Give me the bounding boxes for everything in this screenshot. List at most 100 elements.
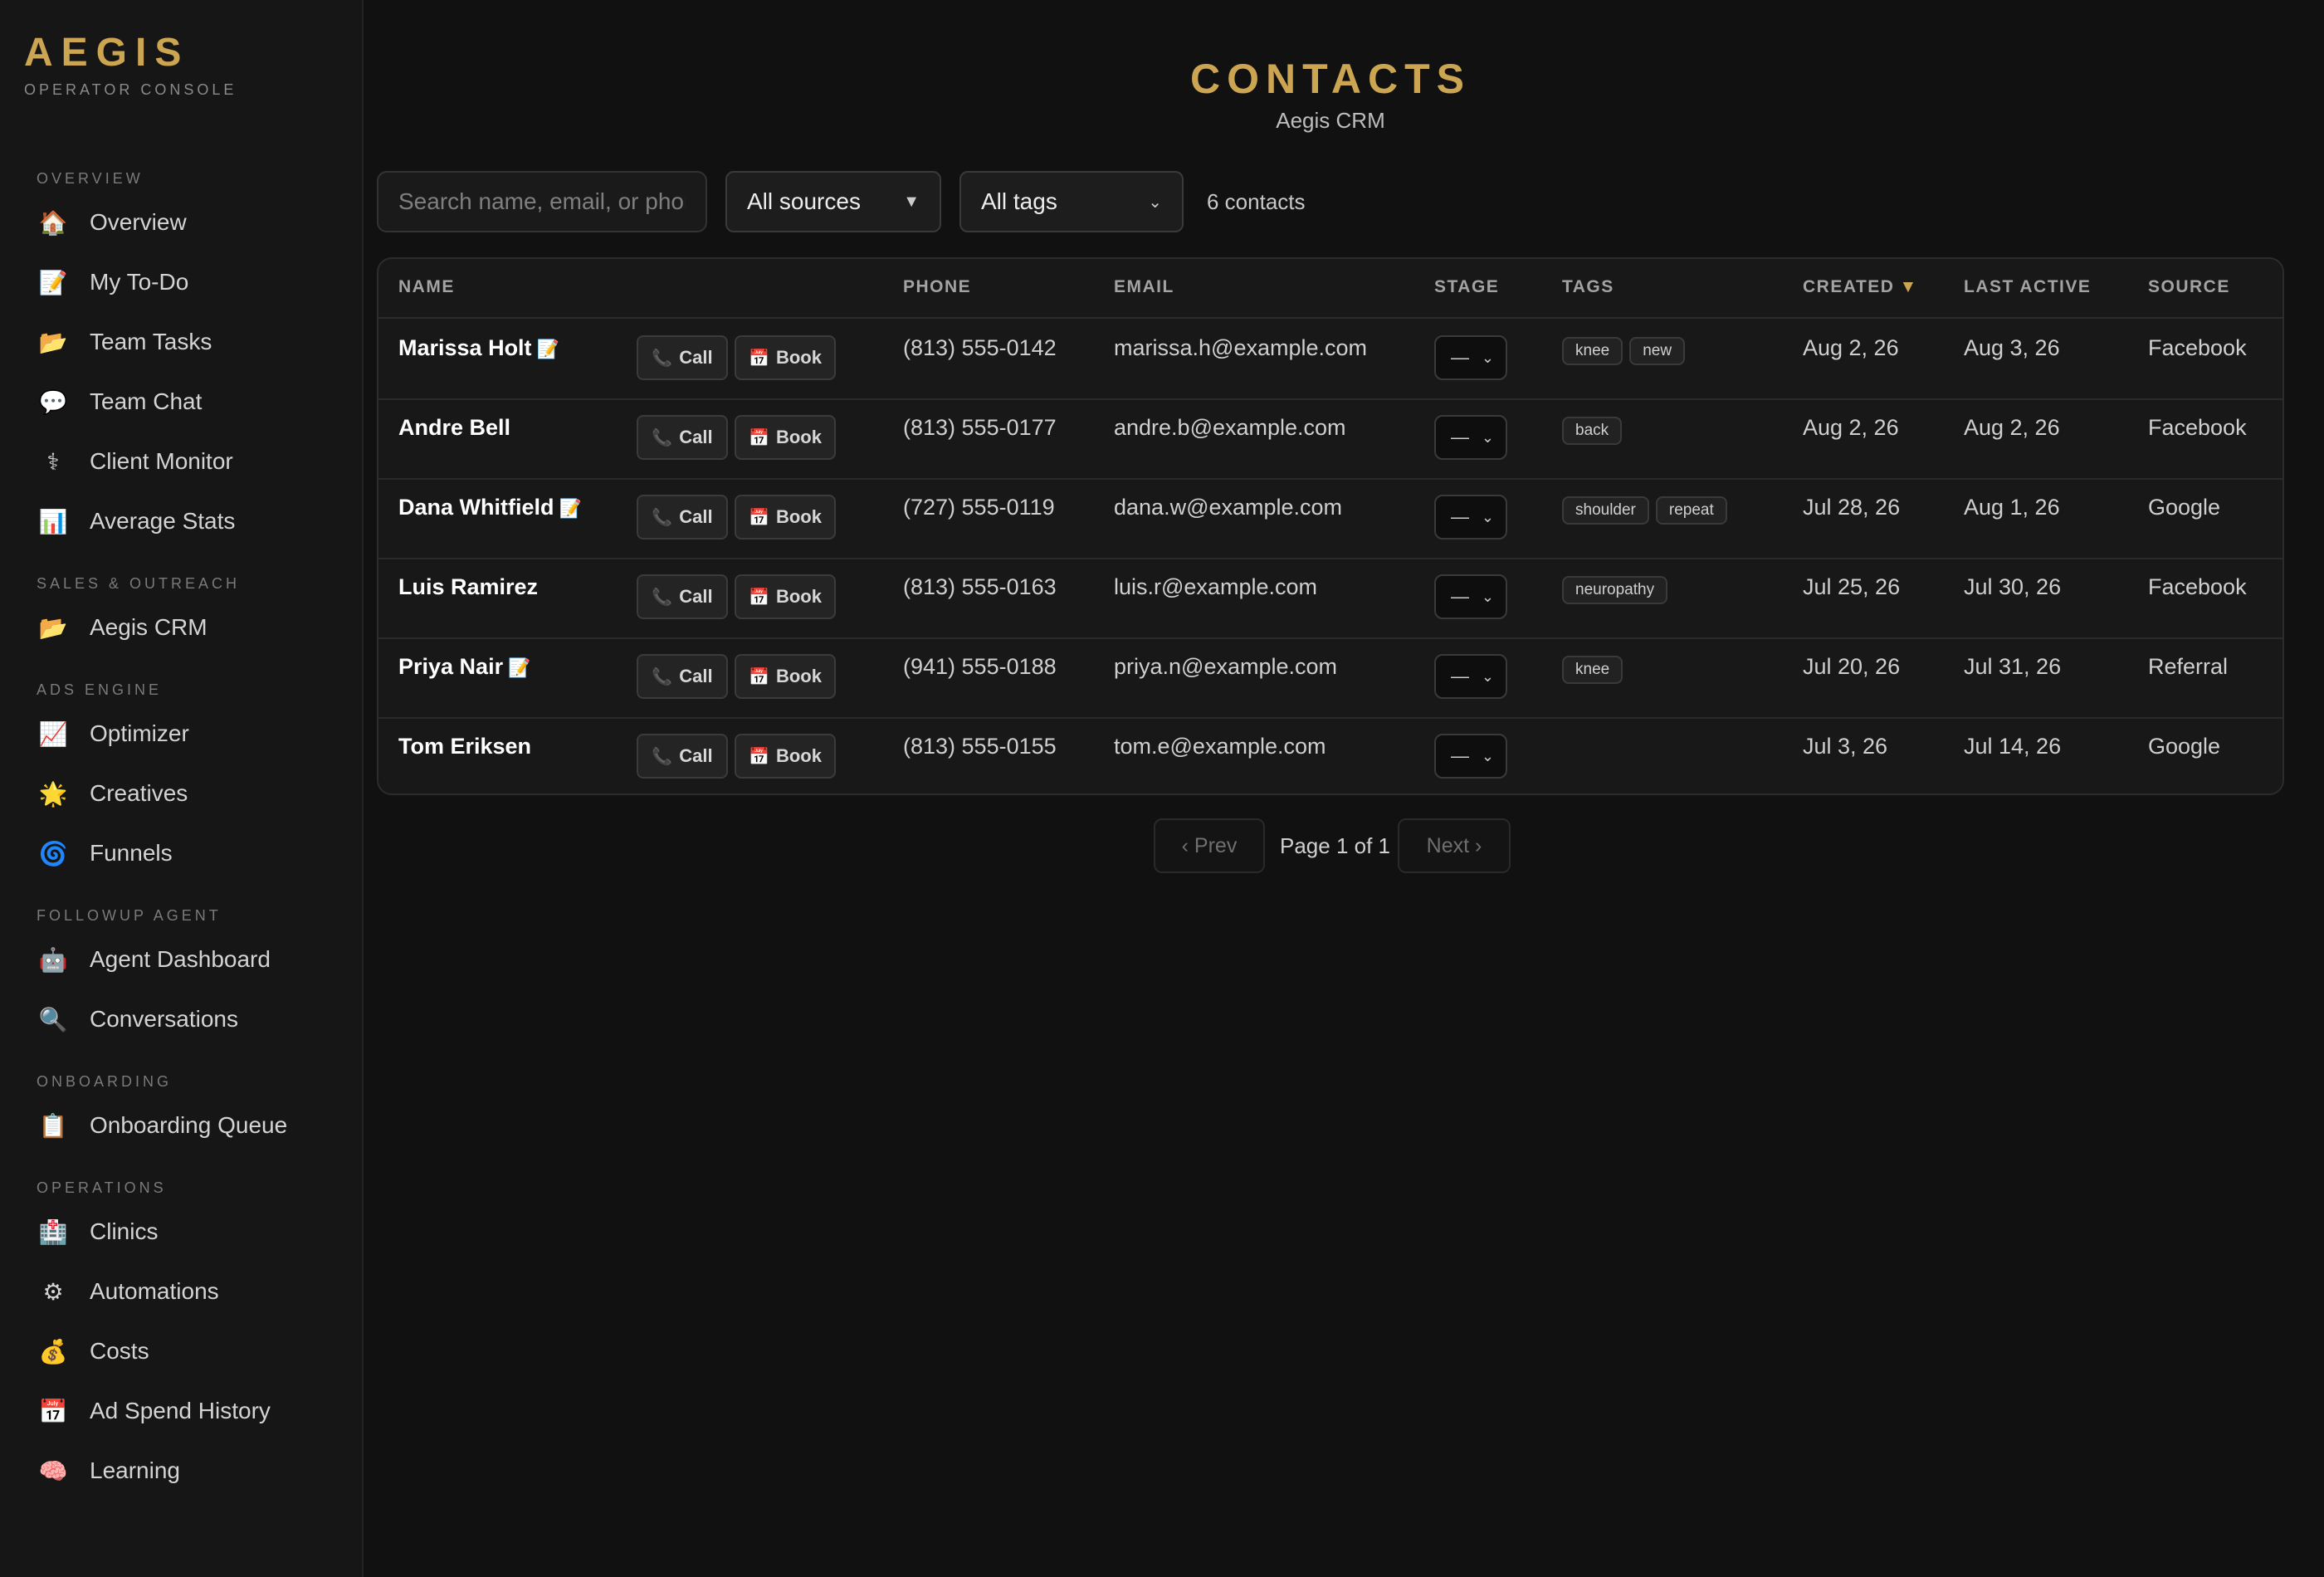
call-button[interactable]: 📞 Call — [637, 415, 728, 460]
tag-chip: new — [1629, 337, 1686, 365]
calendar-icon: 📅 — [749, 746, 769, 766]
sidebar-item-label: Aegis CRM — [90, 614, 208, 640]
contact-name-cell[interactable]: Marissa Holt 📝 — [398, 335, 559, 361]
stethoscope-icon: ⚕ — [46, 447, 60, 476]
stage-select[interactable]: — ⌄ — [1434, 574, 1507, 619]
contact-name-cell[interactable]: Dana Whitfield 📝 — [398, 495, 582, 520]
tag-list: knee — [1562, 656, 1623, 684]
contact-email: dana.w@example.com — [1114, 495, 1343, 520]
contact-email: marissa.h@example.com — [1114, 335, 1368, 360]
contact-phone: (941) 555-0188 — [903, 654, 1057, 679]
sidebar-item-optimizer[interactable]: 📈 Optimizer — [0, 704, 362, 764]
sidebar-item-creatives[interactable]: 🌟 Creatives — [0, 764, 362, 823]
bar-chart-icon: 📊 — [38, 507, 68, 535]
contact-name: Tom Eriksen — [398, 734, 532, 759]
stage-select[interactable]: — ⌄ — [1434, 415, 1507, 460]
call-button[interactable]: 📞 Call — [637, 495, 728, 540]
column-header-created-sort[interactable]: CREATED ▼ — [1803, 277, 1918, 297]
contact-name-cell[interactable]: Luis Ramirez — [398, 574, 538, 600]
column-header-last-active[interactable]: LAST ACTIVE — [1964, 277, 2091, 297]
chevron-down-icon: ⌄ — [1481, 508, 1494, 525]
book-button-label: Book — [775, 506, 822, 527]
tag-filter-select[interactable]: All tags ⌄ — [959, 171, 1184, 232]
book-button[interactable]: 📅 Book — [735, 734, 836, 779]
sidebar-item-conversations[interactable]: 🔍 Conversations — [0, 989, 362, 1049]
sidebar-item-label: Overview — [90, 209, 187, 235]
book-button[interactable]: 📅 Book — [735, 495, 836, 540]
sidebar-item-learning[interactable]: 🧠 Learning — [0, 1441, 362, 1501]
column-header-stage[interactable]: STAGE — [1434, 277, 1499, 297]
book-button[interactable]: 📅 Book — [735, 654, 836, 699]
call-button[interactable]: 📞 Call — [637, 574, 728, 619]
contact-name-cell[interactable]: Andre Bell — [398, 415, 510, 441]
sidebar-item-client-monitor[interactable]: ⚕ Client Monitor — [0, 432, 362, 491]
column-header-source[interactable]: SOURCE — [2148, 277, 2230, 297]
money-bag-icon: 💰 — [38, 1337, 68, 1365]
contact-count: 6 contacts — [1207, 189, 1306, 214]
page-title: CONTACTS — [1189, 56, 1472, 102]
contact-name: Andre Bell — [398, 415, 511, 440]
note-icon[interactable]: 📝 — [537, 339, 559, 360]
book-button-label: Book — [775, 586, 822, 607]
column-header-email[interactable]: EMAIL — [1114, 277, 1174, 297]
brand-logo-text: AEGIS — [24, 31, 190, 75]
sidebar-item-label: Learning — [90, 1457, 180, 1483]
column-header-tags[interactable]: TAGS — [1562, 277, 1614, 297]
phone-icon: 📞 — [652, 507, 673, 527]
last-active-date: Jul 31, 26 — [1964, 654, 2062, 679]
created-date: Aug 2, 26 — [1803, 335, 1899, 360]
sidebar-item-average-stats[interactable]: 📊 Average Stats — [0, 491, 362, 551]
sidebar-item-clinics[interactable]: 🏥 Clinics — [0, 1202, 362, 1262]
sidebar-item-label: Optimizer — [90, 720, 189, 746]
stage-select[interactable]: — ⌄ — [1434, 654, 1507, 699]
sidebar-item-costs[interactable]: 💰 Costs — [0, 1321, 362, 1381]
next-page-button[interactable]: Next › — [1398, 818, 1511, 873]
source-filter-select[interactable]: All sources ▼ — [725, 171, 941, 232]
sidebar-item-label: Team Chat — [90, 388, 203, 414]
created-date: Jul 3, 26 — [1803, 734, 1888, 759]
book-button[interactable]: 📅 Book — [735, 415, 836, 460]
sidebar-item-label: Ad Spend History — [90, 1398, 271, 1423]
sidebar-item-automations[interactable]: ⚙ Automations — [0, 1262, 362, 1321]
tag-list: neuropathy — [1562, 576, 1668, 604]
sidebar-item-my-to-do[interactable]: 📝 My To-Do — [0, 252, 362, 312]
contact-name: Dana Whitfield — [398, 495, 554, 520]
book-button[interactable]: 📅 Book — [735, 335, 836, 380]
call-button-label: Call — [679, 506, 713, 527]
tag-filter-value: All tags — [981, 188, 1057, 214]
gear-icon: ⚙ — [42, 1277, 64, 1306]
stage-value: — — [1451, 666, 1469, 686]
call-button[interactable]: 📞 Call — [637, 335, 728, 380]
call-button[interactable]: 📞 Call — [637, 734, 728, 779]
nav-section-label: OPERATIONS — [37, 1179, 167, 1196]
sidebar-item-agent-dashboard[interactable]: 🤖 Agent Dashboard — [0, 930, 362, 989]
book-button[interactable]: 📅 Book — [735, 574, 836, 619]
stage-select[interactable]: — ⌄ — [1434, 495, 1507, 540]
sidebar-item-label: Costs — [90, 1338, 149, 1364]
tag-chip: repeat — [1655, 496, 1727, 525]
sidebar-item-funnels[interactable]: 🌀 Funnels — [0, 823, 362, 883]
sidebar-item-onboarding-queue[interactable]: 📋 Onboarding Queue — [0, 1096, 362, 1155]
stage-select[interactable]: — ⌄ — [1434, 335, 1507, 380]
contact-name-cell[interactable]: Priya Nair 📝 — [398, 654, 530, 680]
sidebar-item-team-tasks[interactable]: 📂 Team Tasks — [0, 312, 362, 372]
search-input[interactable] — [377, 171, 707, 232]
phone-icon: 📞 — [652, 746, 673, 766]
sidebar-item-overview[interactable]: 🏠 Overview — [0, 193, 362, 252]
contact-source: Referral — [2148, 654, 2229, 679]
prev-page-button[interactable]: ‹ Prev — [1154, 818, 1265, 873]
sidebar-item-team-chat[interactable]: 💬 Team Chat — [0, 372, 362, 432]
note-icon[interactable]: 📝 — [508, 658, 530, 679]
column-header-phone[interactable]: PHONE — [903, 277, 971, 297]
sidebar-nav: OVERVIEW 🏠 Overview 📝 My To-Do 📂 Team Tasks 💬 Te… — [0, 164, 362, 1501]
sidebar-item-ad-spend-history[interactable]: 📅 Ad Spend History — [0, 1381, 362, 1441]
note-icon[interactable]: 📝 — [559, 499, 582, 520]
tag-chip: knee — [1562, 337, 1623, 365]
stage-select[interactable]: — ⌄ — [1434, 734, 1507, 779]
call-button[interactable]: 📞 Call — [637, 654, 728, 699]
contact-name-cell[interactable]: Tom Eriksen — [398, 734, 531, 759]
folder-icon: 📂 — [38, 613, 68, 642]
column-header-name[interactable]: NAME — [398, 277, 455, 297]
created-date: Jul 20, 26 — [1803, 654, 1901, 679]
sidebar-item-aegis-crm[interactable]: 📂 Aegis CRM — [0, 598, 362, 657]
